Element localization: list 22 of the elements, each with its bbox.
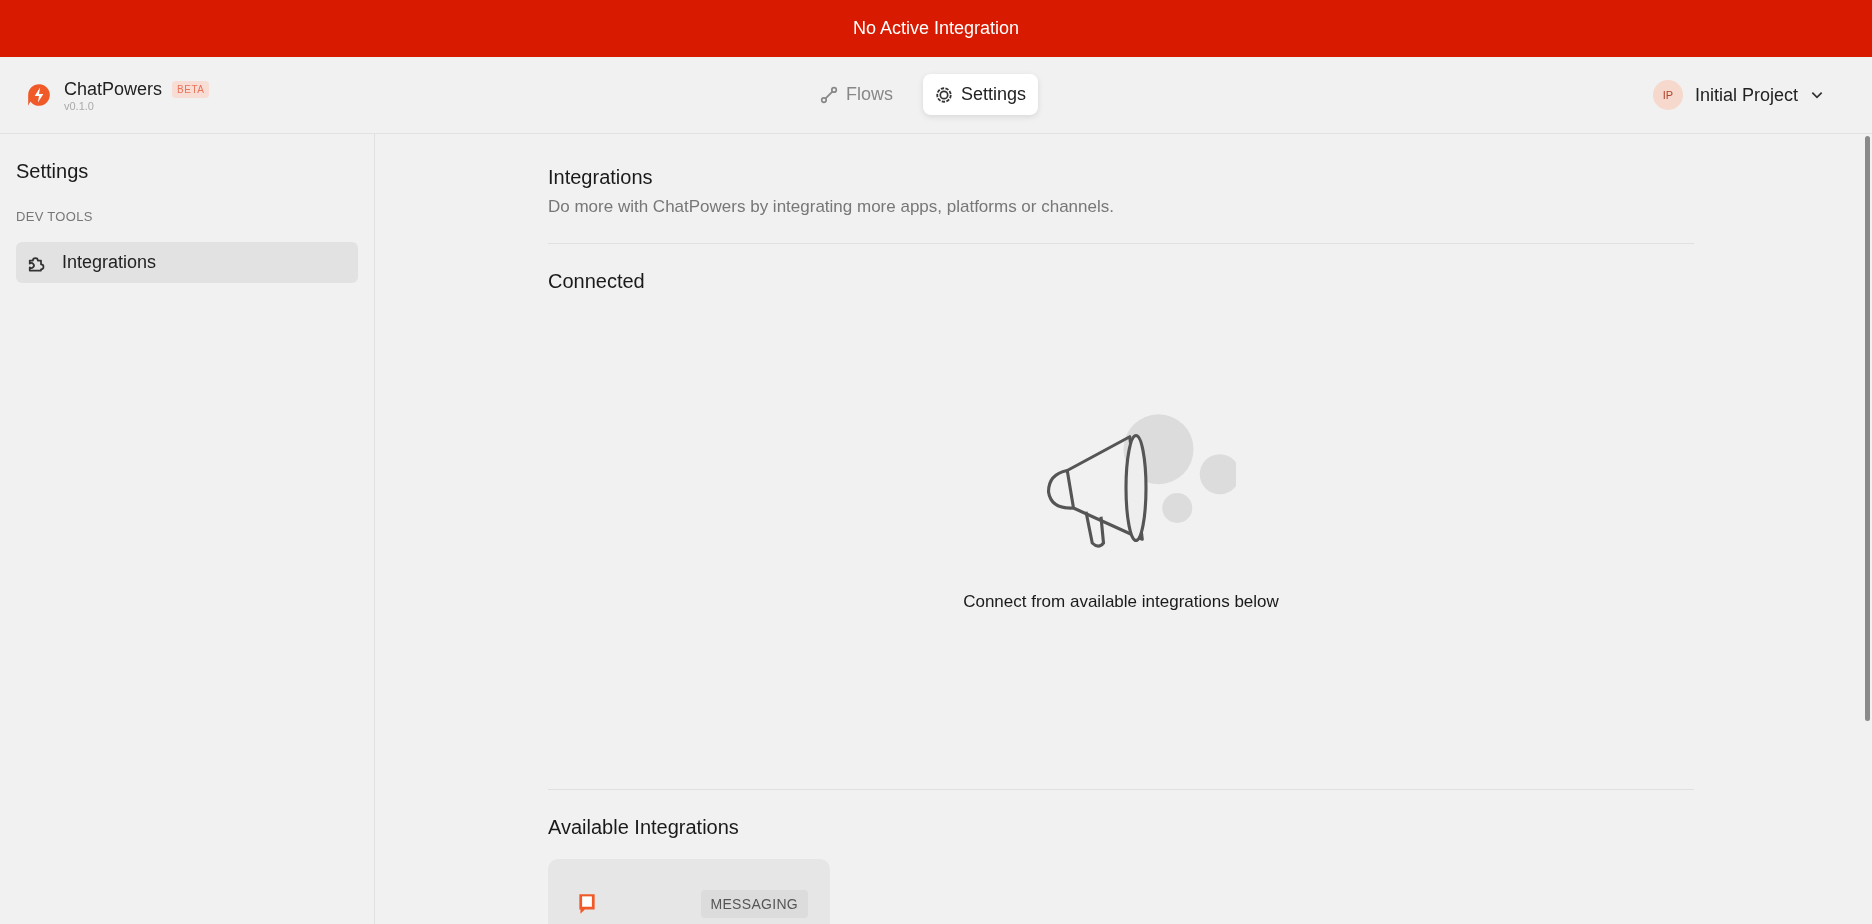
project-avatar: IP xyxy=(1652,80,1683,110)
scrollbar[interactable] xyxy=(1865,136,1870,721)
app-name: ChatPowers xyxy=(64,78,163,100)
section-label: DEV TOOLS xyxy=(16,209,94,224)
sidebar-item[interactable]: Integrations xyxy=(16,242,358,283)
sidebar-title: Settings xyxy=(16,160,90,183)
empty-state-text: Connect from available integrations below xyxy=(963,592,1279,612)
settings-icon xyxy=(935,85,953,104)
category-tag: MESSAGING xyxy=(700,890,808,918)
logo-icon xyxy=(26,82,52,108)
nav-tab[interactable]: Settings xyxy=(923,74,1039,115)
section-heading: Connected xyxy=(548,270,646,293)
beta-badge: BETA xyxy=(172,80,210,98)
page-title: Integrations xyxy=(548,166,654,189)
flow-icon xyxy=(820,85,838,104)
project-selector[interactable]: IP Initial Project xyxy=(1646,79,1830,111)
version-label: v0.1.0 xyxy=(64,99,95,112)
integration-card[interactable]: MESSAGING xyxy=(548,859,830,924)
banner-text: No Active Integration xyxy=(852,18,1020,39)
chat-bubble-icon xyxy=(576,892,598,916)
section-heading: Available Integrations xyxy=(548,816,740,839)
page-subtitle: Do more with ChatPowers by integrating more apps, platforms or channels. xyxy=(548,197,1115,217)
